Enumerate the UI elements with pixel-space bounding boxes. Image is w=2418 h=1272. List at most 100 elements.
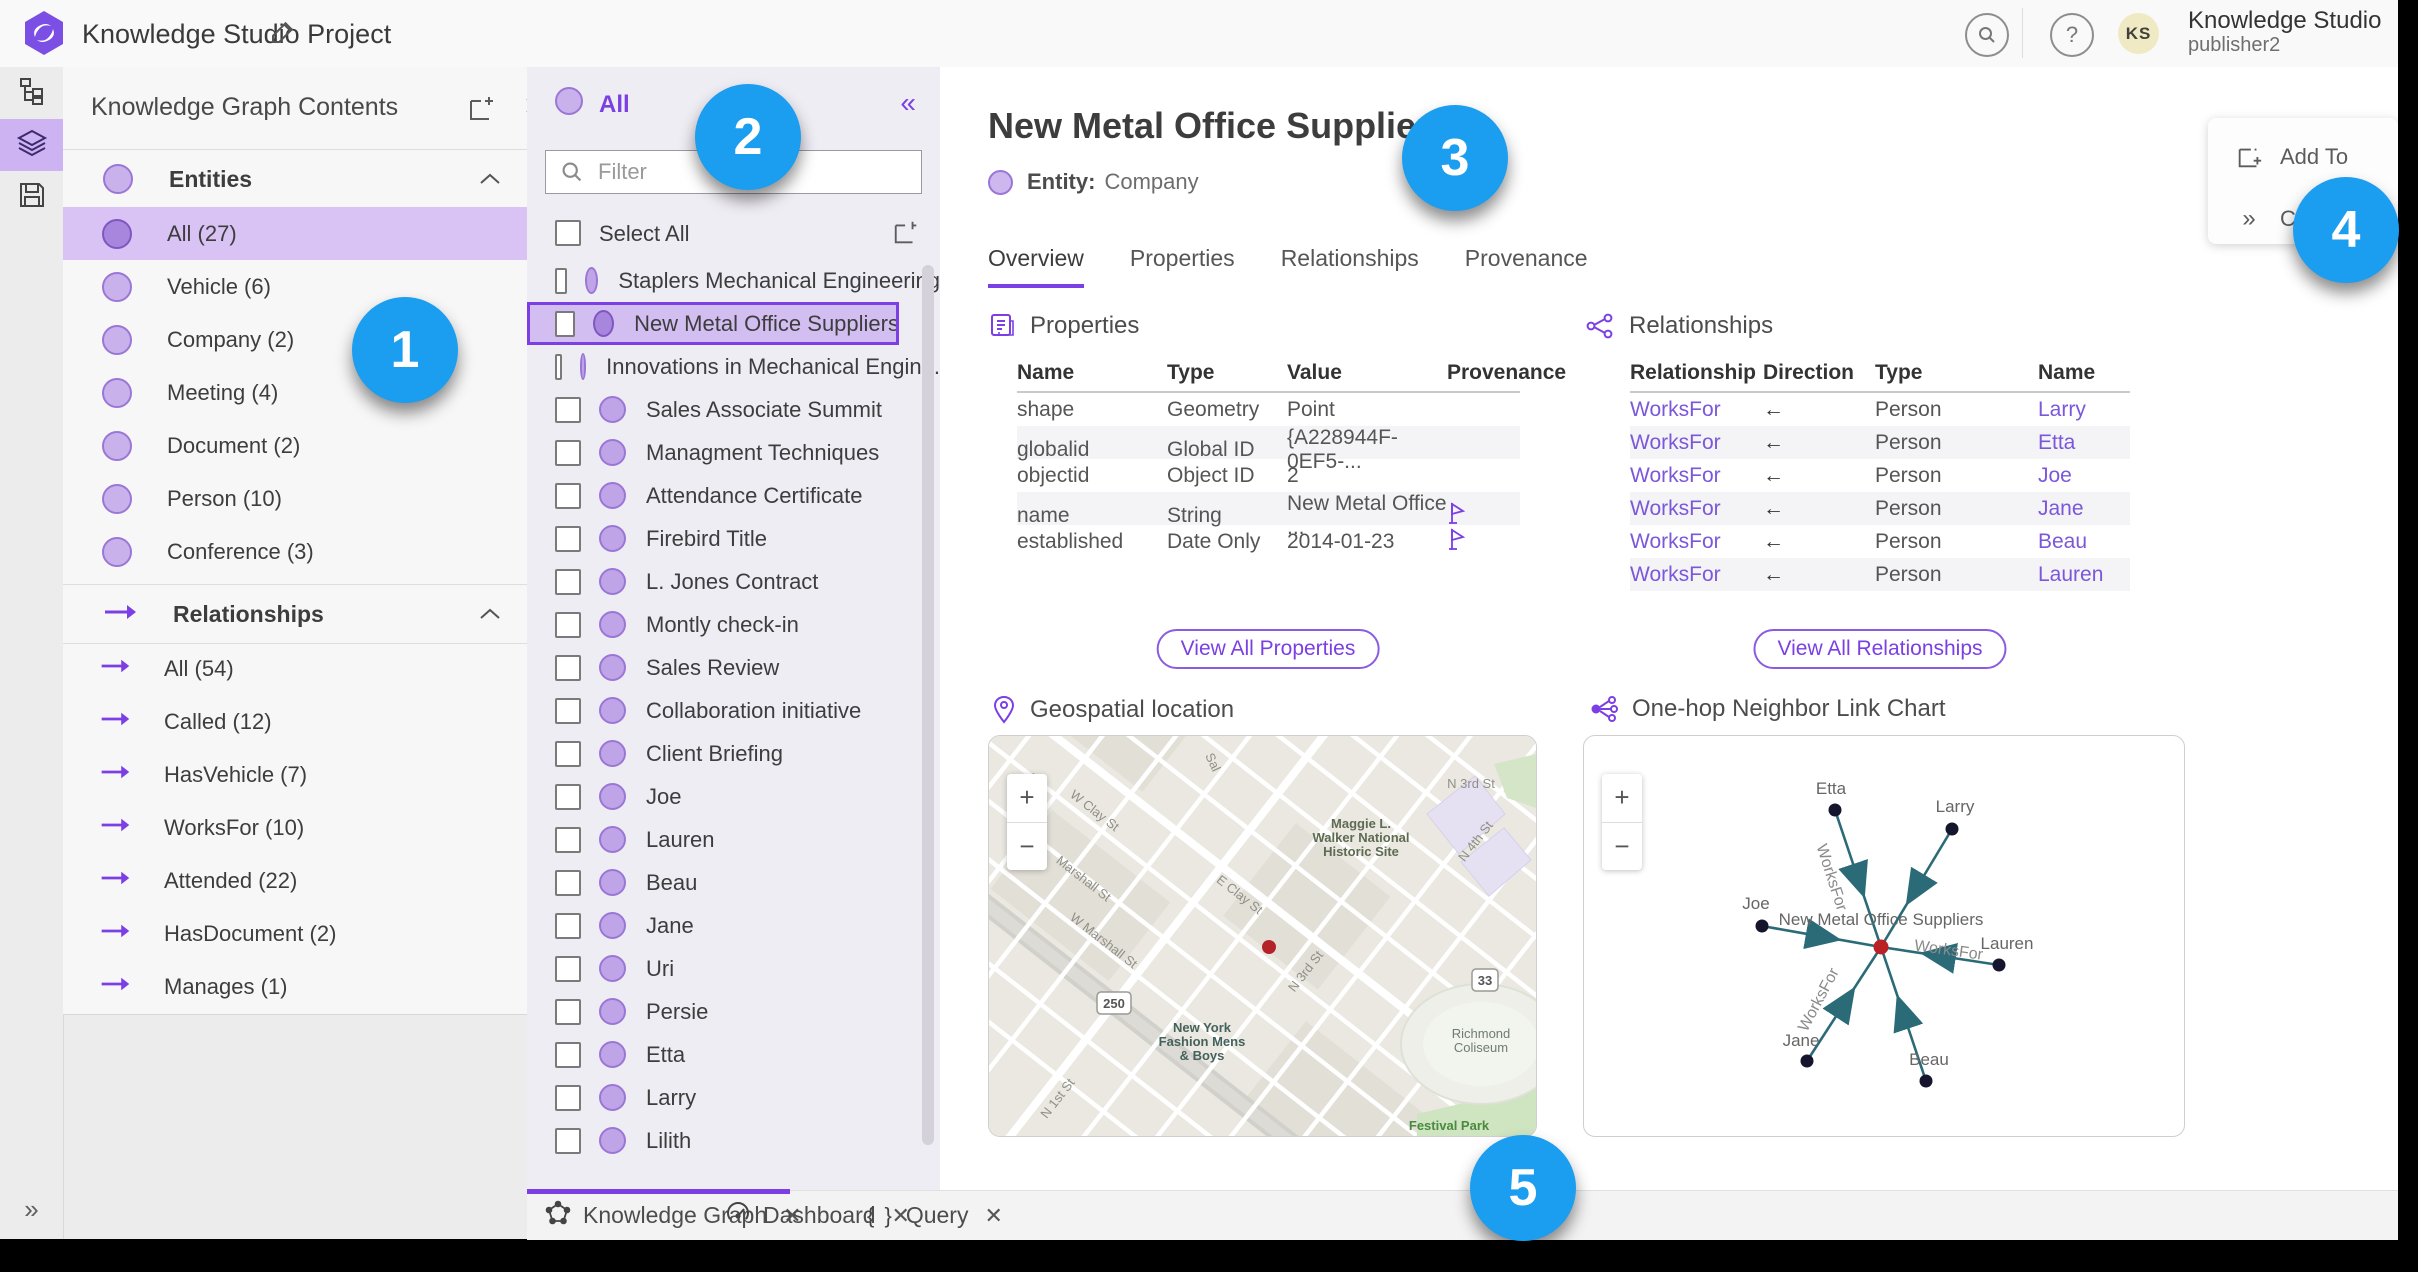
relationship-type-item[interactable]: All (54): [63, 642, 527, 695]
item-checkbox[interactable]: [555, 1084, 581, 1111]
list-item[interactable]: Beau: [527, 861, 940, 904]
item-checkbox[interactable]: [555, 568, 581, 595]
link-chart-node[interactable]: [1828, 803, 1842, 817]
list-item[interactable]: Jane: [527, 904, 940, 947]
item-checkbox[interactable]: [555, 783, 581, 810]
add-to-new-icon[interactable]: [467, 93, 497, 123]
rail-item-layers[interactable]: [0, 119, 63, 171]
search-button[interactable]: [1965, 13, 2009, 57]
list-item[interactable]: Staplers Mechanical Engineering: [527, 259, 940, 302]
table-row[interactable]: WorksFor ← Person Etta: [1630, 426, 2130, 459]
list-item[interactable]: Sales Associate Summit: [527, 388, 940, 431]
item-checkbox[interactable]: [555, 697, 581, 724]
tab-relationships[interactable]: Relationships: [1281, 245, 1419, 288]
relationship-type-item[interactable]: Called (12): [63, 695, 527, 748]
table-row[interactable]: name String New Metal Office ...: [1017, 492, 1520, 539]
relationship-link[interactable]: WorksFor: [1630, 563, 1763, 587]
relationship-type-item[interactable]: Manages (1): [63, 960, 527, 1013]
table-row[interactable]: globalid Global ID {A228944F-0EF5-...: [1017, 426, 1520, 473]
entity-type-item[interactable]: Vehicle (6): [63, 260, 527, 313]
list-item[interactable]: L. Jones Contract: [527, 560, 940, 603]
center-node[interactable]: [1873, 939, 1889, 955]
relationship-type-item[interactable]: HasVehicle (7): [63, 748, 527, 801]
zoom-in-button[interactable]: +: [1007, 774, 1047, 823]
table-row[interactable]: WorksFor ← Person Jane: [1630, 492, 2130, 525]
link-chart-node[interactable]: [1992, 958, 2006, 972]
expand-rail-button[interactable]: »: [0, 1194, 63, 1225]
collapse-panel-icon[interactable]: «: [900, 87, 916, 119]
view-all-properties-button[interactable]: View All Properties: [1156, 629, 1380, 669]
link-chart-node[interactable]: [1919, 1074, 1933, 1088]
link-chart-node[interactable]: [1755, 919, 1769, 933]
item-checkbox[interactable]: [555, 826, 581, 853]
item-checkbox[interactable]: [555, 439, 581, 466]
provenance-flag-icon[interactable]: [1447, 527, 1467, 556]
item-checkbox[interactable]: [555, 611, 581, 638]
table-row[interactable]: WorksFor ← Person Lauren: [1630, 558, 2130, 591]
link-chart-node[interactable]: [1800, 1054, 1814, 1068]
list-item[interactable]: Montly check-in: [527, 603, 940, 646]
item-checkbox[interactable]: [555, 654, 581, 681]
avatar[interactable]: KS: [2118, 13, 2159, 54]
entity-type-item[interactable]: Company (2): [63, 313, 527, 366]
map-panel[interactable]: + − W Clay St Sal Marshall St W Marshall…: [988, 735, 1537, 1137]
list-item[interactable]: Lauren: [527, 818, 940, 861]
relationships-section-header[interactable]: Relationships: [63, 584, 527, 644]
entity-type-item[interactable]: Meeting (4): [63, 366, 527, 419]
list-item[interactable]: Joe: [527, 775, 940, 818]
list-item[interactable]: Innovations in Mechanical Engin...: [527, 345, 940, 388]
relationship-type-item[interactable]: Attended (22): [63, 854, 527, 907]
rail-item-hierarchy[interactable]: [0, 67, 63, 119]
item-checkbox[interactable]: [555, 740, 581, 767]
list-item[interactable]: Client Briefing: [527, 732, 940, 775]
list-item[interactable]: Managment Techniques: [527, 431, 940, 474]
list-item[interactable]: Firebird Title: [527, 517, 940, 560]
zoom-out-button[interactable]: −: [1007, 823, 1047, 871]
list-item[interactable]: Sales Review: [527, 646, 940, 689]
name-link[interactable]: Larry: [2038, 398, 2130, 422]
entities-section-header[interactable]: Entities: [63, 149, 527, 209]
view-tab-query[interactable]: { } Query ✕: [867, 1191, 1003, 1240]
relationship-link[interactable]: WorksFor: [1630, 497, 1763, 521]
edit-title-icon[interactable]: [268, 17, 298, 47]
close-tab-icon[interactable]: ✕: [984, 1203, 1002, 1229]
add-to-menu-item[interactable]: Add To: [2208, 134, 2398, 180]
add-to-new-icon[interactable]: [892, 218, 920, 246]
relationship-link[interactable]: WorksFor: [1630, 464, 1763, 488]
list-item[interactable]: Etta: [527, 1033, 940, 1076]
rail-item-save[interactable]: [0, 171, 63, 223]
relationship-link[interactable]: WorksFor: [1630, 398, 1763, 422]
link-chart-panel[interactable]: + − Etta Larry Joe Lauren Jane Beau WorksFor Wo…: [1583, 735, 2185, 1137]
list-item[interactable]: Larry: [527, 1076, 940, 1119]
item-checkbox[interactable]: [555, 912, 581, 939]
name-link[interactable]: Joe: [2038, 464, 2130, 488]
item-checkbox[interactable]: [555, 353, 562, 380]
list-item[interactable]: New Metal Office Suppliers: [527, 302, 899, 345]
name-link[interactable]: Beau: [2038, 530, 2130, 554]
item-checkbox[interactable]: [555, 525, 581, 552]
select-all-checkbox[interactable]: [555, 220, 581, 246]
list-scrollbar[interactable]: [922, 265, 934, 1145]
help-button[interactable]: ?: [2050, 13, 2094, 57]
relationship-type-item[interactable]: WorksFor (10): [63, 801, 527, 854]
list-item[interactable]: Lilith: [527, 1119, 940, 1162]
relationship-link[interactable]: WorksFor: [1630, 530, 1763, 554]
item-checkbox[interactable]: [555, 1041, 581, 1068]
table-row[interactable]: WorksFor ← Person Larry: [1630, 393, 2130, 426]
entity-type-item[interactable]: All (27): [63, 207, 527, 260]
list-item[interactable]: Uri: [527, 947, 940, 990]
item-checkbox[interactable]: [555, 310, 576, 337]
tab-provenance[interactable]: Provenance: [1465, 245, 1588, 288]
table-row[interactable]: WorksFor ← Person Beau: [1630, 525, 2130, 558]
zoom-out-button[interactable]: −: [1602, 823, 1642, 871]
item-checkbox[interactable]: [555, 482, 581, 509]
name-link[interactable]: Jane: [2038, 497, 2130, 521]
table-row[interactable]: WorksFor ← Person Joe: [1630, 459, 2130, 492]
table-row[interactable]: established Date Only 2014-01-23: [1017, 525, 1520, 558]
list-item[interactable]: Attendance Certificate: [527, 474, 940, 517]
tab-properties[interactable]: Properties: [1130, 245, 1235, 288]
item-checkbox[interactable]: [555, 396, 581, 423]
item-checkbox[interactable]: [555, 955, 581, 982]
relationship-type-item[interactable]: HasDocument (2): [63, 907, 527, 960]
name-link[interactable]: Etta: [2038, 431, 2130, 455]
